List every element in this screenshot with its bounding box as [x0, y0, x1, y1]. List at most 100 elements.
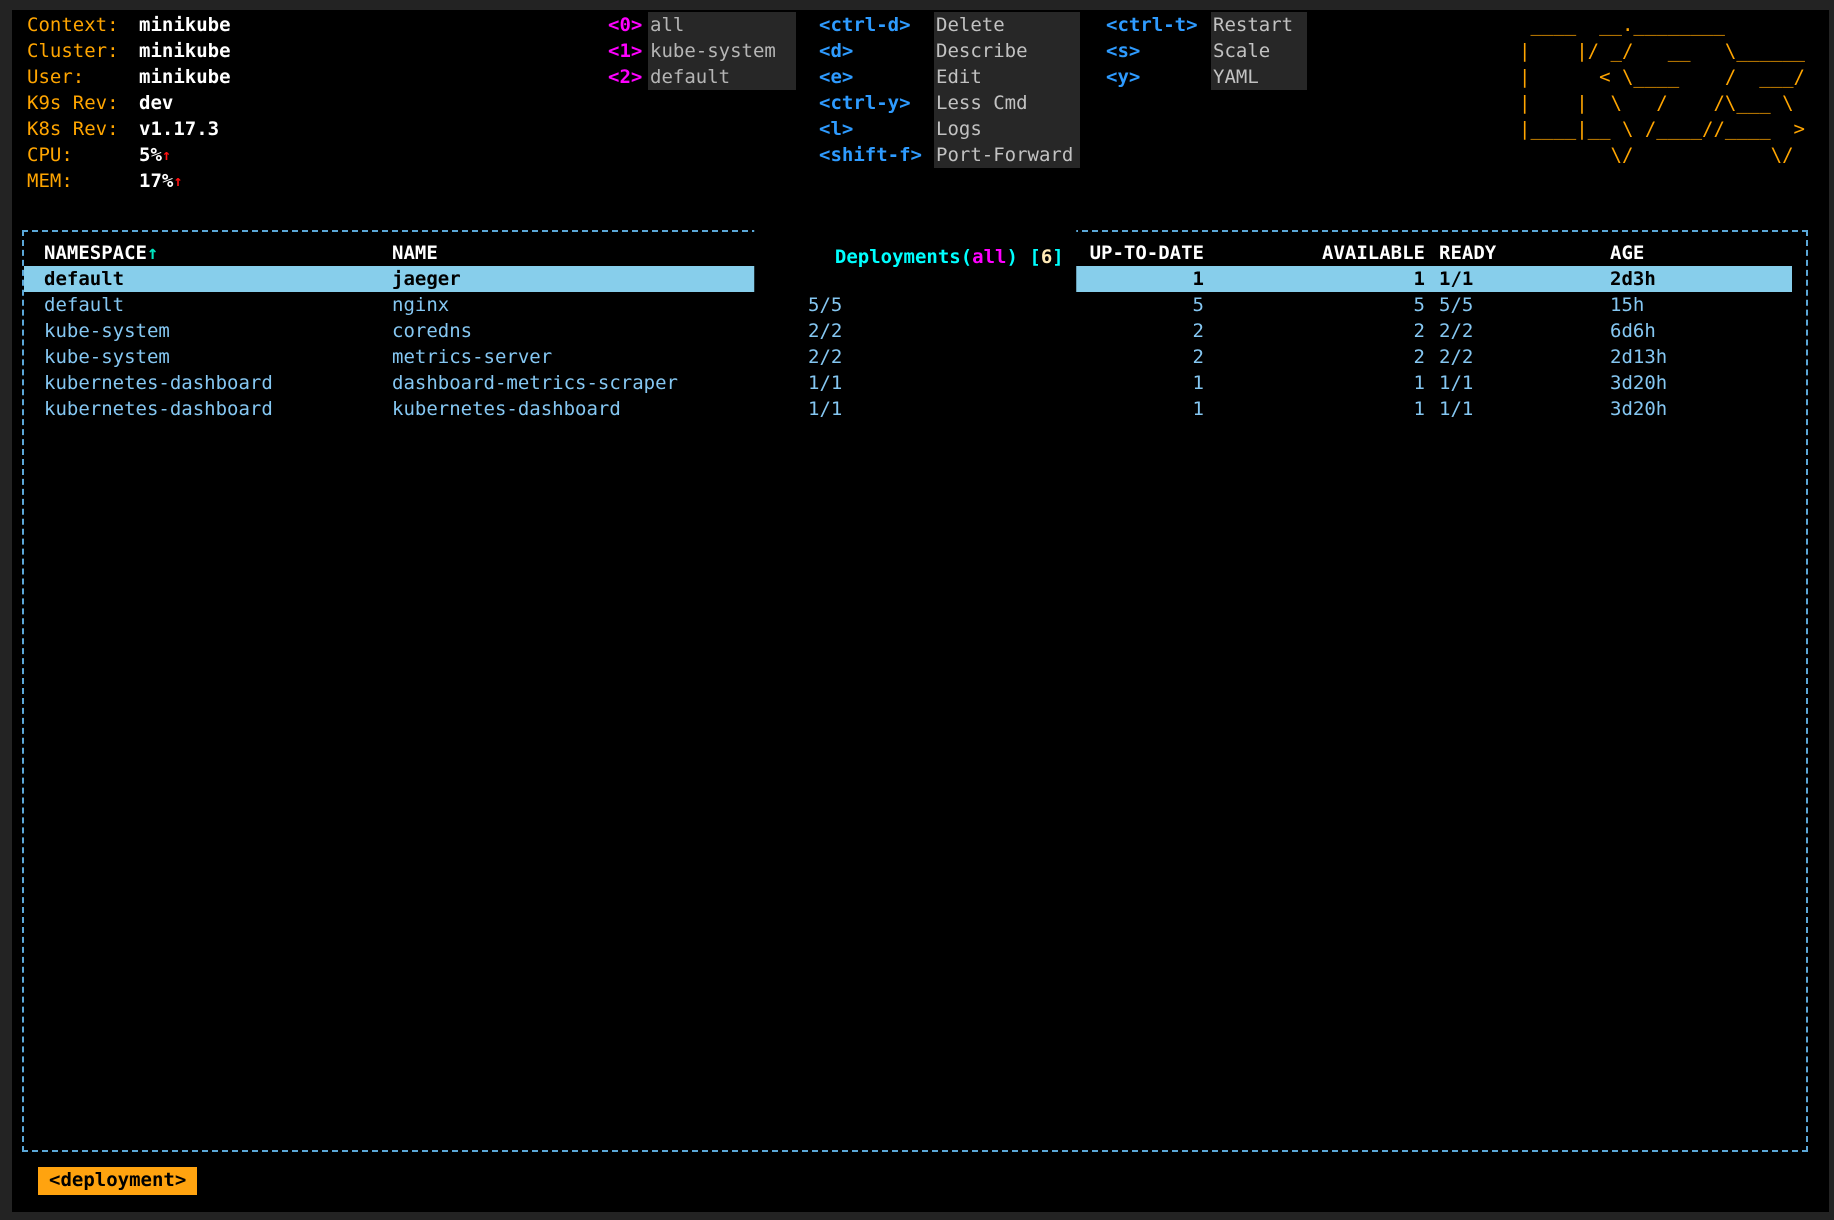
k9s-logo-line: | < \____ / ___/ — [1519, 64, 1805, 90]
namespace-hotkeys-menu: <0> all <1> kube-system <2> default — [608, 12, 796, 90]
cell-up-to-date: 2 — [1028, 318, 1204, 344]
action-hotkey-item[interactable]: <ctrl-d> Delete — [819, 12, 1080, 38]
action-hotkey-item[interactable]: <y> YAML — [1106, 64, 1307, 90]
cell-available: 2 — [1204, 318, 1439, 344]
action-hotkey-item[interactable]: <e> Edit — [819, 64, 1080, 90]
column-header-label: AGE — [1610, 242, 1644, 264]
hotkey-key: <y> — [1106, 64, 1211, 90]
cell-ready-2: 1/1 — [1439, 370, 1610, 396]
cluster-info-row: CPU: 5% ↑ — [27, 142, 231, 168]
hotkey-label: Port-Forward — [934, 142, 1080, 168]
column-header-age[interactable]: AGE — [1610, 240, 1792, 266]
action-hotkeys-column-1: <ctrl-d> Delete <d> Describe <e> Edit <c… — [819, 12, 1080, 168]
hotkey-key: <d> — [819, 38, 934, 64]
cell-available: 1 — [1204, 396, 1439, 422]
k9s-logo: ____ __.________ | |/ _/ __ \______| < \… — [1519, 12, 1805, 168]
namespace-hotkey-item[interactable]: <2> default — [608, 64, 796, 90]
column-header-available[interactable]: AVAILABLE — [1204, 240, 1439, 266]
column-header-label: UP-TO-DATE — [1090, 242, 1204, 264]
column-header-label: READY — [1439, 242, 1496, 264]
cell-up-to-date: 1 — [1028, 370, 1204, 396]
hotkey-key: <e> — [819, 64, 934, 90]
cluster-info-label: K9s Rev: — [27, 90, 139, 116]
hotkey-key: <2> — [608, 64, 648, 90]
cell-namespace: kubernetes-dashboard — [24, 370, 372, 396]
action-hotkey-item[interactable]: <s> Scale — [1106, 38, 1307, 64]
cell-ready-2: 1/1 — [1439, 266, 1610, 292]
cell-name: dashboard-metrics-scraper — [372, 370, 788, 396]
panel-title-paren: ( — [961, 246, 972, 268]
cluster-info-value: 5% — [139, 142, 162, 168]
hotkey-key: <ctrl-y> — [819, 90, 934, 116]
column-header-label: NAME — [392, 242, 438, 264]
breadcrumb-deployment[interactable]: <deployment> — [38, 1167, 197, 1195]
cluster-info-label: Context: — [27, 12, 139, 38]
namespace-hotkey-item[interactable]: <1> kube-system — [608, 38, 796, 64]
hotkey-key: <s> — [1106, 38, 1211, 64]
hotkey-label: Delete — [934, 12, 1080, 38]
hotkey-key: <ctrl-d> — [819, 12, 934, 38]
cluster-info-row: K8s Rev: v1.17.3 — [27, 116, 231, 142]
column-header-namespace[interactable]: NAMESPACE↑ — [24, 240, 372, 266]
cell-namespace: default — [24, 292, 372, 318]
action-hotkey-item[interactable]: <shift-f> Port-Forward — [819, 142, 1080, 168]
k9s-logo-line: |____|__ \ /____//____ > — [1519, 116, 1805, 142]
cell-ready: 2/2 — [788, 344, 1028, 370]
action-hotkey-item[interactable]: <ctrl-y> Less Cmd — [819, 90, 1080, 116]
namespace-hotkey-item[interactable]: <0> all — [608, 12, 796, 38]
panel-title-paren: ) — [1007, 246, 1030, 268]
deployment-row[interactable]: kube-system metrics-server 2/2 2 2 2/2 2… — [24, 344, 1792, 370]
panel-title-bracket: ] — [1052, 246, 1063, 268]
cluster-info-panel: Context: minikube Cluster: minikube User… — [27, 12, 231, 194]
cluster-info-row: MEM: 17% ↑ — [27, 168, 231, 194]
cell-name: kubernetes-dashboard — [372, 396, 788, 422]
column-header-label: AVAILABLE — [1322, 242, 1425, 264]
cluster-info-value: minikube — [139, 38, 231, 64]
cluster-info-label: Cluster: — [27, 38, 139, 64]
cluster-info-value: minikube — [139, 64, 231, 90]
hotkey-key: <shift-f> — [819, 142, 934, 168]
cell-age: 15h — [1610, 292, 1792, 318]
cell-ready-2: 5/5 — [1439, 292, 1610, 318]
cell-namespace: kube-system — [24, 318, 372, 344]
hotkey-key: <l> — [819, 116, 934, 142]
panel-title-namespace: all — [972, 246, 1006, 268]
cell-name: coredns — [372, 318, 788, 344]
k9s-logo-line: | |/ _/ __ \______ — [1519, 38, 1805, 64]
hotkey-label: YAML — [1211, 64, 1307, 90]
cluster-info-row: User: minikube — [27, 64, 231, 90]
hotkey-label: Describe — [934, 38, 1080, 64]
hotkey-label: Logs — [934, 116, 1080, 142]
cluster-info-row: K9s Rev: dev — [27, 90, 231, 116]
cluster-info-row: Context: minikube — [27, 12, 231, 38]
cell-ready-2: 2/2 — [1439, 318, 1610, 344]
cluster-info-row: Cluster: minikube — [27, 38, 231, 64]
column-header-ready-2[interactable]: READY — [1439, 240, 1610, 266]
cluster-info-label: CPU: — [27, 142, 139, 168]
column-header-name[interactable]: NAME — [372, 240, 788, 266]
cell-name: nginx — [372, 292, 788, 318]
cluster-info-value: v1.17.3 — [139, 116, 219, 142]
cluster-info-label: User: — [27, 64, 139, 90]
deployment-row[interactable]: kube-system coredns 2/2 2 2 2/2 6d6h — [24, 318, 1792, 344]
panel-title-resource: Deployments — [835, 246, 961, 268]
cell-ready: 1/1 — [788, 370, 1028, 396]
k9s-terminal: Context: minikube Cluster: minikube User… — [12, 10, 1829, 1212]
cell-up-to-date: 1 — [1028, 396, 1204, 422]
action-hotkey-item[interactable]: <l> Logs — [819, 116, 1080, 142]
deployment-row[interactable]: kubernetes-dashboard kubernetes-dashboar… — [24, 396, 1792, 422]
action-hotkey-item[interactable]: <ctrl-t> Restart — [1106, 12, 1307, 38]
cell-available: 2 — [1204, 344, 1439, 370]
k9s-logo-line: \/ \/ — [1519, 142, 1805, 168]
action-hotkey-item[interactable]: <d> Describe — [819, 38, 1080, 64]
cell-age: 2d3h — [1610, 266, 1792, 292]
cell-name: jaeger — [372, 266, 788, 292]
metric-up-arrow-icon: ↑ — [173, 168, 182, 194]
cell-ready-2: 1/1 — [1439, 396, 1610, 422]
k9s-logo-line: | | \ / /\___ \ — [1519, 90, 1805, 116]
deployment-row[interactable]: kubernetes-dashboard dashboard-metrics-s… — [24, 370, 1792, 396]
hotkey-key: <0> — [608, 12, 648, 38]
cell-namespace: kube-system — [24, 344, 372, 370]
action-hotkeys-column-2: <ctrl-t> Restart <s> Scale <y> YAML — [1106, 12, 1307, 90]
cell-name: metrics-server — [372, 344, 788, 370]
